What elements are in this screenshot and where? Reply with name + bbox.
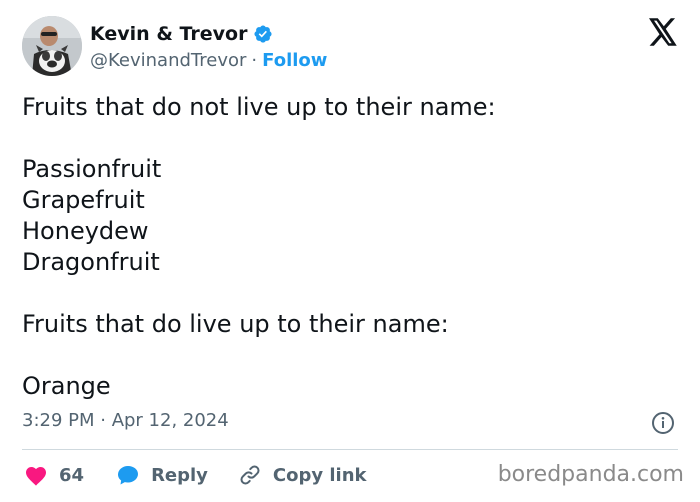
divider [22,449,678,450]
tweet-text-line: Fruits that do live up to their name: [22,310,449,338]
tweet-text-line: Honeydew [22,217,149,245]
tweet-text-line: Grapefruit [22,186,145,214]
reply-button[interactable]: Reply [116,463,208,487]
author-display-name[interactable]: Kevin & Trevor [90,23,247,45]
watermark: boredpanda.com [497,462,684,487]
follow-button[interactable]: Follow [262,50,327,71]
info-icon[interactable] [651,411,675,435]
x-logo-icon[interactable] [648,18,678,46]
copy-link-label: Copy link [272,464,367,486]
reply-label: Reply [151,464,208,486]
author-handle[interactable]: @KevinandTrevor [90,50,246,71]
like-count: 64 [59,464,85,486]
tweet-text-line: Orange [22,372,111,400]
link-icon [240,465,260,485]
tweet-text-line: Passionfruit [22,155,162,183]
heart-icon [26,467,46,486]
tweet-text-line: Fruits that do not live up to their name… [22,93,496,121]
verified-badge-icon [254,25,272,43]
tweet-text-blank-line [22,278,672,309]
avatar[interactable] [22,16,82,76]
author-handle-row: @KevinandTrevor · Follow [90,48,327,72]
copy-link-button[interactable]: Copy link [238,463,367,487]
tweet-actions: 64 Reply Copy link [24,461,367,489]
tweet-text-blank-line [22,123,672,154]
avatar-photo [22,16,82,76]
tweet-timestamp[interactable]: 3:29 PM · Apr 12, 2024 [22,410,229,431]
tweet-text: Fruits that do not live up to their name… [22,92,672,402]
tweet-text-line: Dragonfruit [22,248,160,276]
tweet-text-blank-line [22,340,672,371]
speech-bubble-icon [118,466,139,485]
tweet-card: Kevin & Trevor @KevinandTrevor · Follow … [0,0,700,502]
like-button[interactable]: 64 [24,464,84,486]
separator-dot: · [251,49,258,71]
author-name-row: Kevin & Trevor [90,20,273,48]
